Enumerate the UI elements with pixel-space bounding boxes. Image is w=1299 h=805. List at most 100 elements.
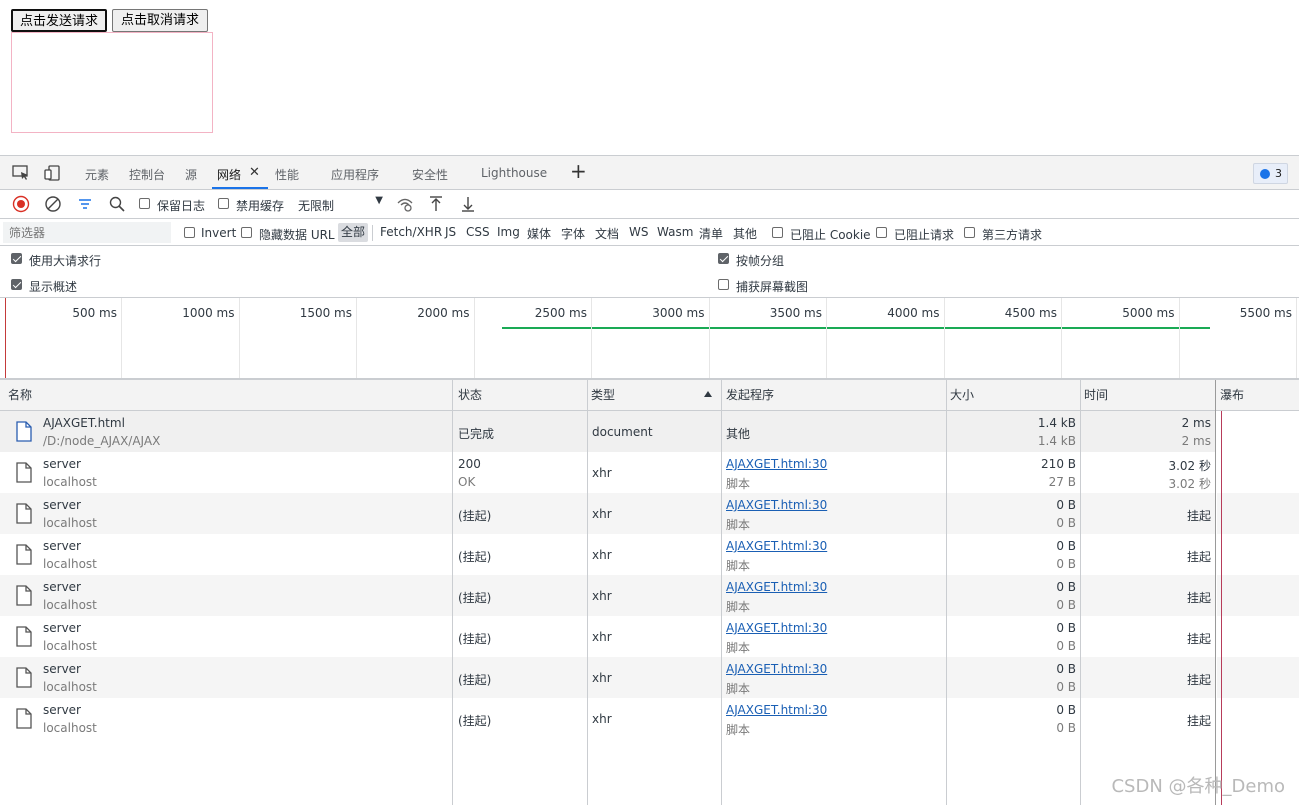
initiator-link[interactable]: AJAXGET.html:30	[726, 580, 827, 594]
column-status[interactable]: 状态	[454, 380, 482, 411]
invert-checkbox[interactable]	[184, 227, 195, 238]
initiator-link[interactable]: AJAXGET.html:30	[726, 539, 827, 553]
initiator-link[interactable]: AJAXGET.html:30	[726, 498, 827, 512]
column-size[interactable]: 大小	[946, 380, 974, 411]
sort-ascending-icon	[704, 391, 712, 397]
file-icon	[16, 544, 32, 565]
request-path: localhost	[43, 516, 97, 530]
network-overview[interactable]: 500 ms 1000 ms 1500 ms 2000 ms 2500 ms 3000 m…	[0, 298, 1299, 380]
request-status: 200	[458, 457, 481, 471]
overview-tick-label: 2500 ms	[534, 306, 587, 320]
more-tools-plus-icon[interactable]: +	[570, 161, 587, 181]
column-type[interactable]: 类型	[587, 380, 615, 411]
group-by-frame-checkbox[interactable]	[718, 253, 729, 264]
show-overview-checkbox[interactable]	[11, 279, 22, 290]
third-party-label: 第三方请求	[982, 228, 1043, 242]
filter-type-css[interactable]: CSS	[466, 225, 490, 239]
table-row[interactable]: server localhost 200 OK xhr AJAXGET.html:30 脚本…	[0, 452, 1216, 493]
import-har-icon[interactable]	[427, 195, 445, 213]
initiator-kind: 脚本	[726, 641, 751, 655]
clear-icon[interactable]	[44, 195, 62, 213]
inspect-element-icon[interactable]	[12, 165, 30, 181]
file-icon	[16, 585, 32, 606]
tab-application[interactable]: 应用程序	[331, 166, 379, 183]
request-name: server	[43, 498, 81, 512]
request-status: (挂起)	[458, 714, 492, 728]
overview-gridline	[1296, 298, 1297, 378]
resource-size: 0 B	[1056, 721, 1076, 735]
resource-size: 1.4 kB	[1037, 434, 1076, 448]
device-toolbar-icon[interactable]	[44, 165, 62, 181]
initiator-link[interactable]: AJAXGET.html:30	[726, 621, 827, 635]
filter-type-fetch-xhr[interactable]: Fetch/XHR	[380, 225, 442, 239]
tab-performance[interactable]: 性能	[275, 166, 299, 183]
request-time: 挂起	[1186, 673, 1211, 687]
column-initiator[interactable]: 发起程序	[722, 380, 774, 411]
table-row[interactable]: server localhost (挂起) xhr AJAXGET.html:30 脚本 0…	[0, 657, 1216, 698]
blocked-requests-checkbox[interactable]	[876, 227, 887, 238]
overview-tick-label: 5000 ms	[1122, 306, 1175, 320]
invert-label: Invert	[201, 226, 237, 240]
overview-tick-label: 3000 ms	[652, 306, 705, 320]
disable-cache-checkbox[interactable]	[218, 198, 229, 209]
filter-type-wasm[interactable]: Wasm	[657, 225, 693, 239]
overview-tick-label: 1500 ms	[299, 306, 352, 320]
filter-type-doc[interactable]: 文档	[595, 225, 619, 242]
record-stop-icon[interactable]	[12, 195, 30, 213]
preserve-log-label: 保留日志	[157, 199, 206, 213]
issues-badge[interactable]: 3	[1253, 163, 1288, 184]
request-size: 1.4 kB	[1037, 416, 1076, 430]
request-time: 挂起	[1186, 714, 1211, 728]
filter-bar: Invert 隐藏数据 URL 全部 Fetch/XHR JS CSS Img …	[0, 219, 1299, 246]
file-icon	[16, 421, 32, 442]
tab-sources[interactable]: 源	[185, 166, 197, 183]
initiator-link[interactable]: AJAXGET.html:30	[726, 703, 827, 717]
tab-network[interactable]: 网络	[217, 166, 241, 183]
filter-input[interactable]	[3, 222, 171, 243]
table-row[interactable]: server localhost (挂起) xhr AJAXGET.html:30 脚本 0…	[0, 616, 1216, 657]
blocked-cookies-checkbox[interactable]	[772, 227, 783, 238]
table-row[interactable]: server localhost (挂起) xhr AJAXGET.html:30 脚本 0…	[0, 575, 1216, 616]
column-name[interactable]: 名称	[4, 380, 32, 411]
request-type: document	[592, 425, 653, 439]
third-party-checkbox[interactable]	[964, 227, 975, 238]
hide-data-urls-checkbox[interactable]	[241, 227, 252, 238]
search-icon[interactable]	[108, 195, 126, 213]
initiator-link[interactable]: AJAXGET.html:30	[726, 662, 827, 676]
initiator-kind: 脚本	[726, 723, 751, 737]
filter-type-js[interactable]: JS	[445, 225, 456, 239]
large-rows-checkbox[interactable]	[11, 253, 22, 264]
throttling-select[interactable]: 无限制 ▼	[292, 194, 387, 215]
filter-type-img[interactable]: Img	[497, 225, 520, 239]
tab-lighthouse[interactable]: Lighthouse	[481, 166, 547, 180]
export-har-icon[interactable]	[459, 195, 477, 213]
tab-elements[interactable]: 元素	[85, 166, 109, 183]
filter-type-all[interactable]: 全部	[338, 223, 369, 242]
network-conditions-icon[interactable]	[396, 195, 414, 213]
send-request-button[interactable]: 点击发送请求	[11, 9, 107, 32]
column-divider	[946, 380, 947, 805]
filter-type-media[interactable]: 媒体	[527, 225, 551, 242]
waterfall-row	[1217, 616, 1299, 657]
tab-console[interactable]: 控制台	[129, 166, 165, 183]
column-waterfall[interactable]: 瀑布	[1216, 380, 1244, 411]
table-row[interactable]: server localhost (挂起) xhr AJAXGET.html:30 脚本 0…	[0, 534, 1216, 575]
filter-icon[interactable]	[76, 195, 94, 213]
preserve-log-checkbox[interactable]	[139, 198, 150, 209]
initiator-link[interactable]: AJAXGET.html:30	[726, 457, 827, 471]
file-icon	[16, 626, 32, 647]
request-size: 0 B	[1056, 539, 1076, 553]
hide-data-urls-label: 隐藏数据 URL	[259, 228, 335, 242]
table-row[interactable]: server localhost (挂起) xhr AJAXGET.html:30 脚本 0…	[0, 698, 1216, 739]
filter-type-other[interactable]: 其他	[733, 225, 757, 242]
table-row[interactable]: server localhost (挂起) xhr AJAXGET.html:30 脚本 0…	[0, 493, 1216, 534]
filter-type-ws[interactable]: WS	[629, 225, 648, 239]
tab-security[interactable]: 安全性	[412, 166, 448, 183]
filter-type-font[interactable]: 字体	[561, 225, 585, 242]
table-row[interactable]: AJAXGET.html/D:/node_AJAX/AJAX 已完成 documen…	[0, 411, 1216, 452]
column-time[interactable]: 时间	[1080, 380, 1108, 411]
capture-screenshots-checkbox[interactable]	[718, 279, 729, 290]
close-tab-icon[interactable]: ✕	[249, 165, 260, 180]
cancel-request-button[interactable]: 点击取消请求	[112, 9, 208, 32]
filter-type-manifest[interactable]: 清单	[699, 225, 723, 242]
